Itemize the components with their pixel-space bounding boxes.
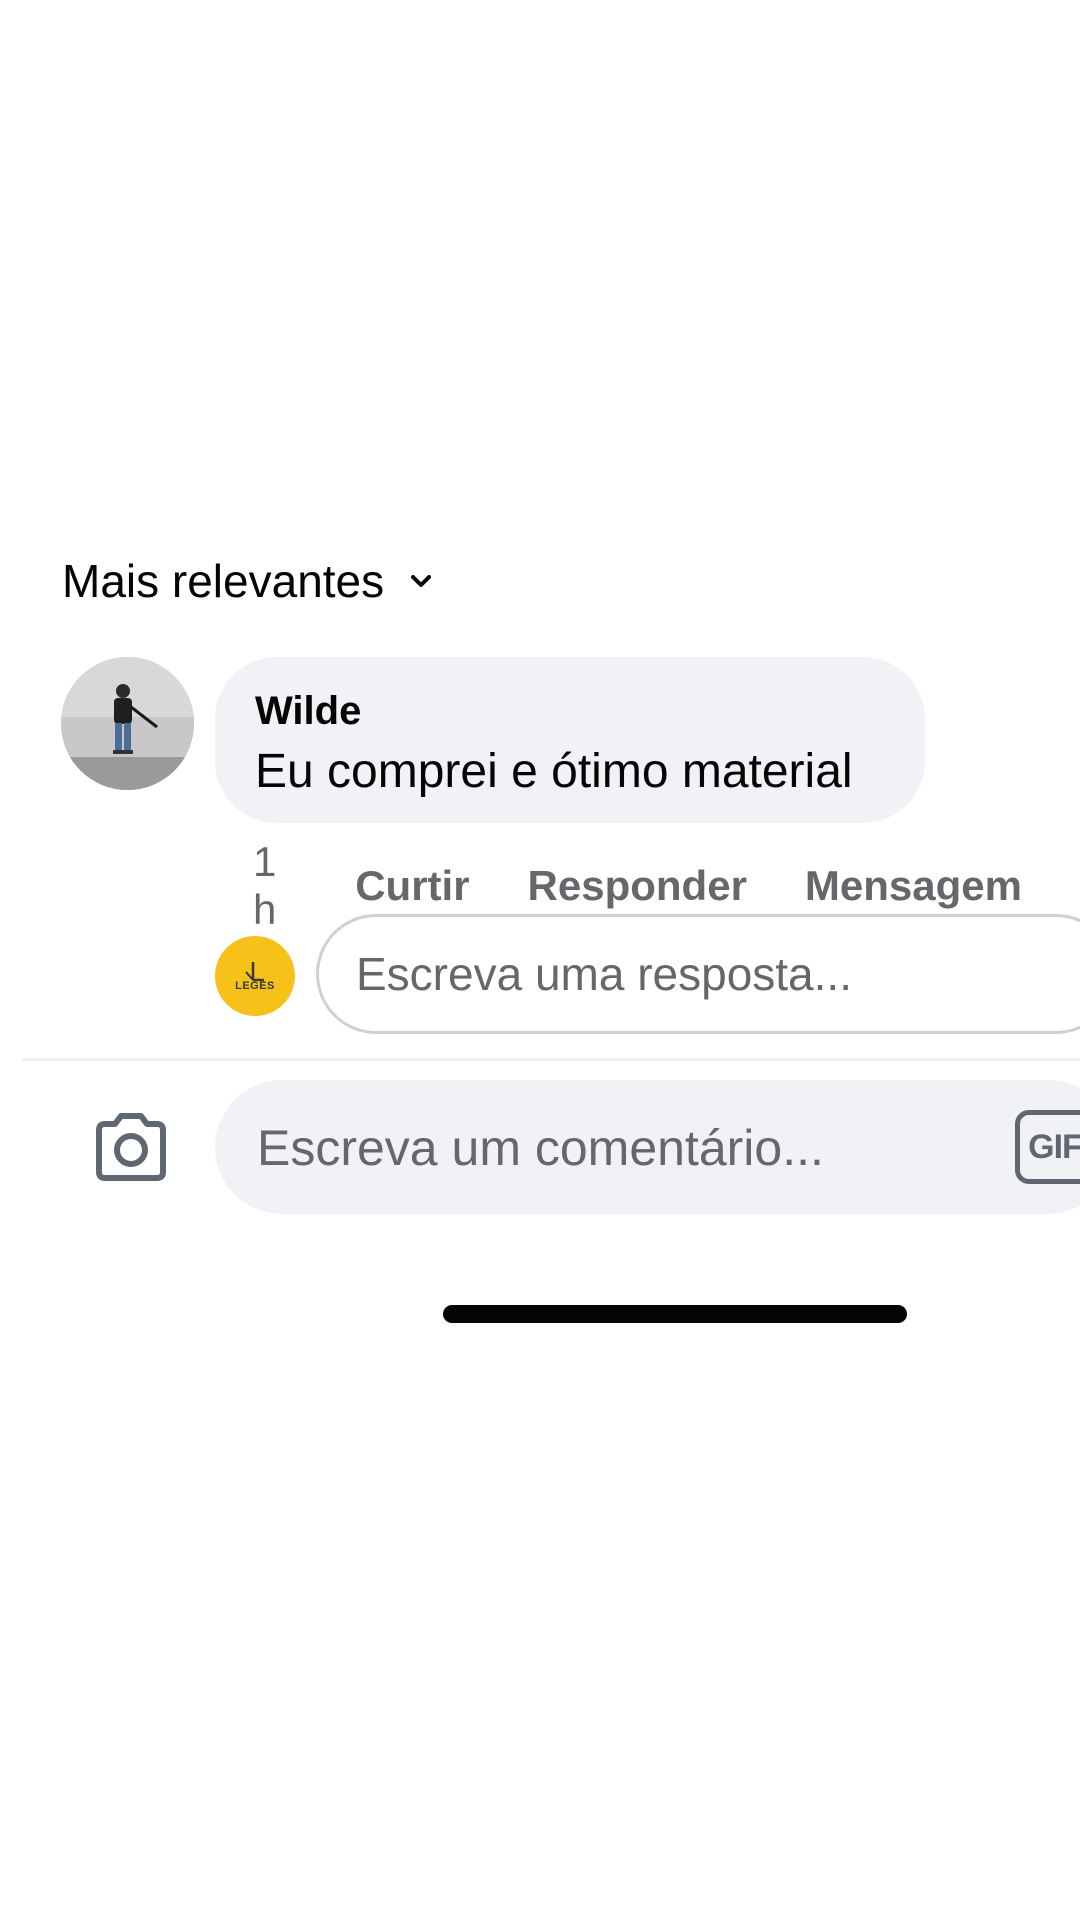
camera-icon[interactable] [91,1112,171,1182]
comment-text: Eu comprei e ótimo material [255,745,853,798]
sort-label: Mais relevantes [62,555,385,607]
message-button[interactable]: Mensagem [805,862,1022,910]
sort-dropdown[interactable]: Mais relevantes [62,554,432,608]
reply-input[interactable] [316,914,1080,1034]
home-indicator[interactable] [443,1305,907,1323]
avatar-photo [61,657,194,790]
logo-text: LEGES [235,980,275,992]
divider [22,1058,1080,1061]
comment-composer: GIF [215,1080,1080,1216]
reply-button[interactable]: Responder [528,862,747,910]
comment-author[interactable]: Wilde [255,687,925,735]
comment-bubble[interactable]: Wilde Eu comprei e ótimo material [215,657,925,823]
chevron-down-icon [410,570,432,592]
page-avatar[interactable]: LEGES [215,936,295,1016]
comment-input[interactable] [255,1080,999,1216]
gif-button[interactable]: GIF [1015,1110,1080,1184]
avatar[interactable] [61,657,194,790]
comments-screen: Mais relevantes Wilde Eu comprei e ótimo… [0,0,1080,1920]
leges-logo-icon [245,962,264,982]
like-button[interactable]: Curtir [355,862,469,910]
comment-time: 1 h [253,838,277,933]
